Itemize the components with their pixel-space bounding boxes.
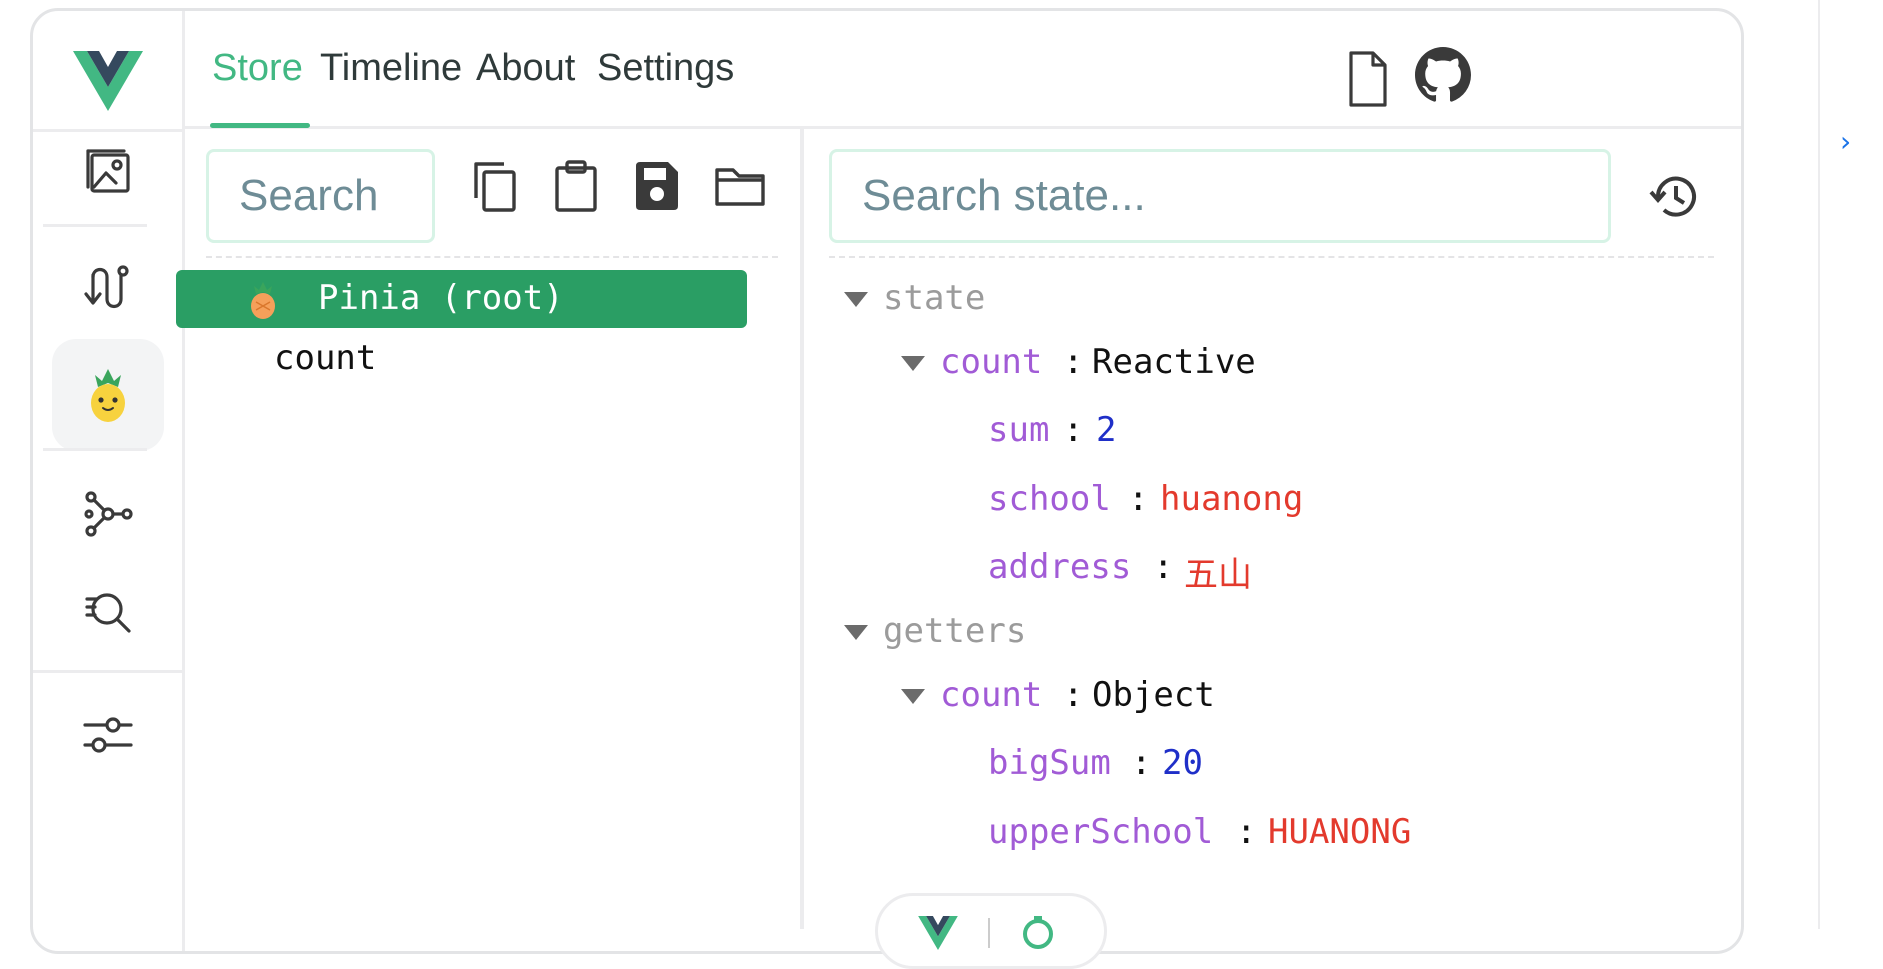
store-search-input[interactable]: Search	[206, 149, 435, 243]
colon: :	[1063, 675, 1084, 715]
tab-timeline[interactable]: Timeline	[320, 47, 462, 90]
tab-about[interactable]: About	[476, 47, 575, 90]
history-icon[interactable]	[1648, 170, 1702, 224]
collapse-toggle[interactable]	[901, 689, 925, 704]
colon: :	[1063, 410, 1084, 450]
active-tab-indicator	[210, 123, 310, 128]
colon: :	[1153, 547, 1174, 587]
tab-store[interactable]: Store	[212, 47, 303, 90]
property-value[interactable]: huanong	[1160, 479, 1303, 519]
image-icon[interactable]	[73, 136, 143, 206]
collapse-toggle[interactable]	[901, 356, 925, 371]
colon: :	[1236, 812, 1257, 852]
divider	[988, 918, 990, 948]
vue-logo-icon	[73, 51, 143, 111]
settings-sliders-icon[interactable]	[73, 699, 143, 769]
property-type: Object	[1092, 675, 1215, 715]
vue-logo-icon	[918, 916, 958, 950]
clipboard-icon[interactable]	[551, 158, 601, 214]
divider	[206, 256, 778, 258]
property-type: Reactive	[1092, 342, 1256, 382]
copy-icon[interactable]	[470, 158, 520, 214]
colon: :	[1128, 479, 1149, 519]
pinia-icon[interactable]	[52, 339, 164, 451]
property-key: bigSum	[988, 743, 1111, 783]
property-key: address	[988, 547, 1132, 587]
getters-section-label: getters	[883, 611, 1027, 651]
divider	[33, 670, 182, 673]
property-key: count	[940, 675, 1043, 715]
state-search-input[interactable]: Search state...	[829, 149, 1611, 243]
property-value[interactable]: 2	[1096, 410, 1116, 450]
collapse-toggle[interactable]	[844, 292, 868, 307]
tab-settings[interactable]: Settings	[597, 47, 734, 90]
divider	[33, 129, 182, 132]
property-key: school	[988, 479, 1111, 519]
divider	[43, 448, 147, 451]
panel-edge	[1818, 0, 1820, 929]
pinia-icon	[246, 280, 280, 329]
state-section-label: state	[883, 278, 986, 318]
property-key: count	[940, 342, 1043, 382]
tree-item-pinia-root[interactable]: Pinia (root)	[176, 270, 747, 328]
document-icon[interactable]	[1343, 49, 1393, 109]
pane-divider	[800, 126, 804, 929]
property-key: sum	[988, 410, 1050, 450]
timeline-route-icon[interactable]	[73, 253, 143, 323]
property-value[interactable]: 20	[1162, 743, 1203, 783]
search-text-icon[interactable]	[73, 577, 143, 647]
timer-icon	[1023, 916, 1053, 949]
save-icon[interactable]	[632, 158, 682, 214]
divider	[829, 256, 1714, 258]
collapse-toggle[interactable]	[844, 625, 868, 640]
graph-nodes-icon[interactable]	[73, 479, 143, 549]
floating-devtools-toggle[interactable]	[875, 893, 1107, 969]
property-value[interactable]: 五山	[1184, 547, 1252, 596]
github-icon[interactable]	[1415, 47, 1471, 103]
divider	[43, 224, 147, 227]
tree-root-label: Pinia (root)	[318, 278, 564, 318]
property-key: upperSchool	[988, 812, 1214, 852]
icon-sidebar	[33, 11, 185, 951]
top-tab-bar: Store Timeline About Settings	[185, 11, 1741, 129]
property-value[interactable]: HUANONG	[1268, 812, 1411, 852]
colon: :	[1131, 743, 1152, 783]
colon: :	[1063, 342, 1084, 382]
chevron-right-icon[interactable]: ›	[1840, 125, 1851, 158]
tree-item-count[interactable]: count	[274, 338, 376, 378]
folder-icon[interactable]	[713, 158, 767, 214]
